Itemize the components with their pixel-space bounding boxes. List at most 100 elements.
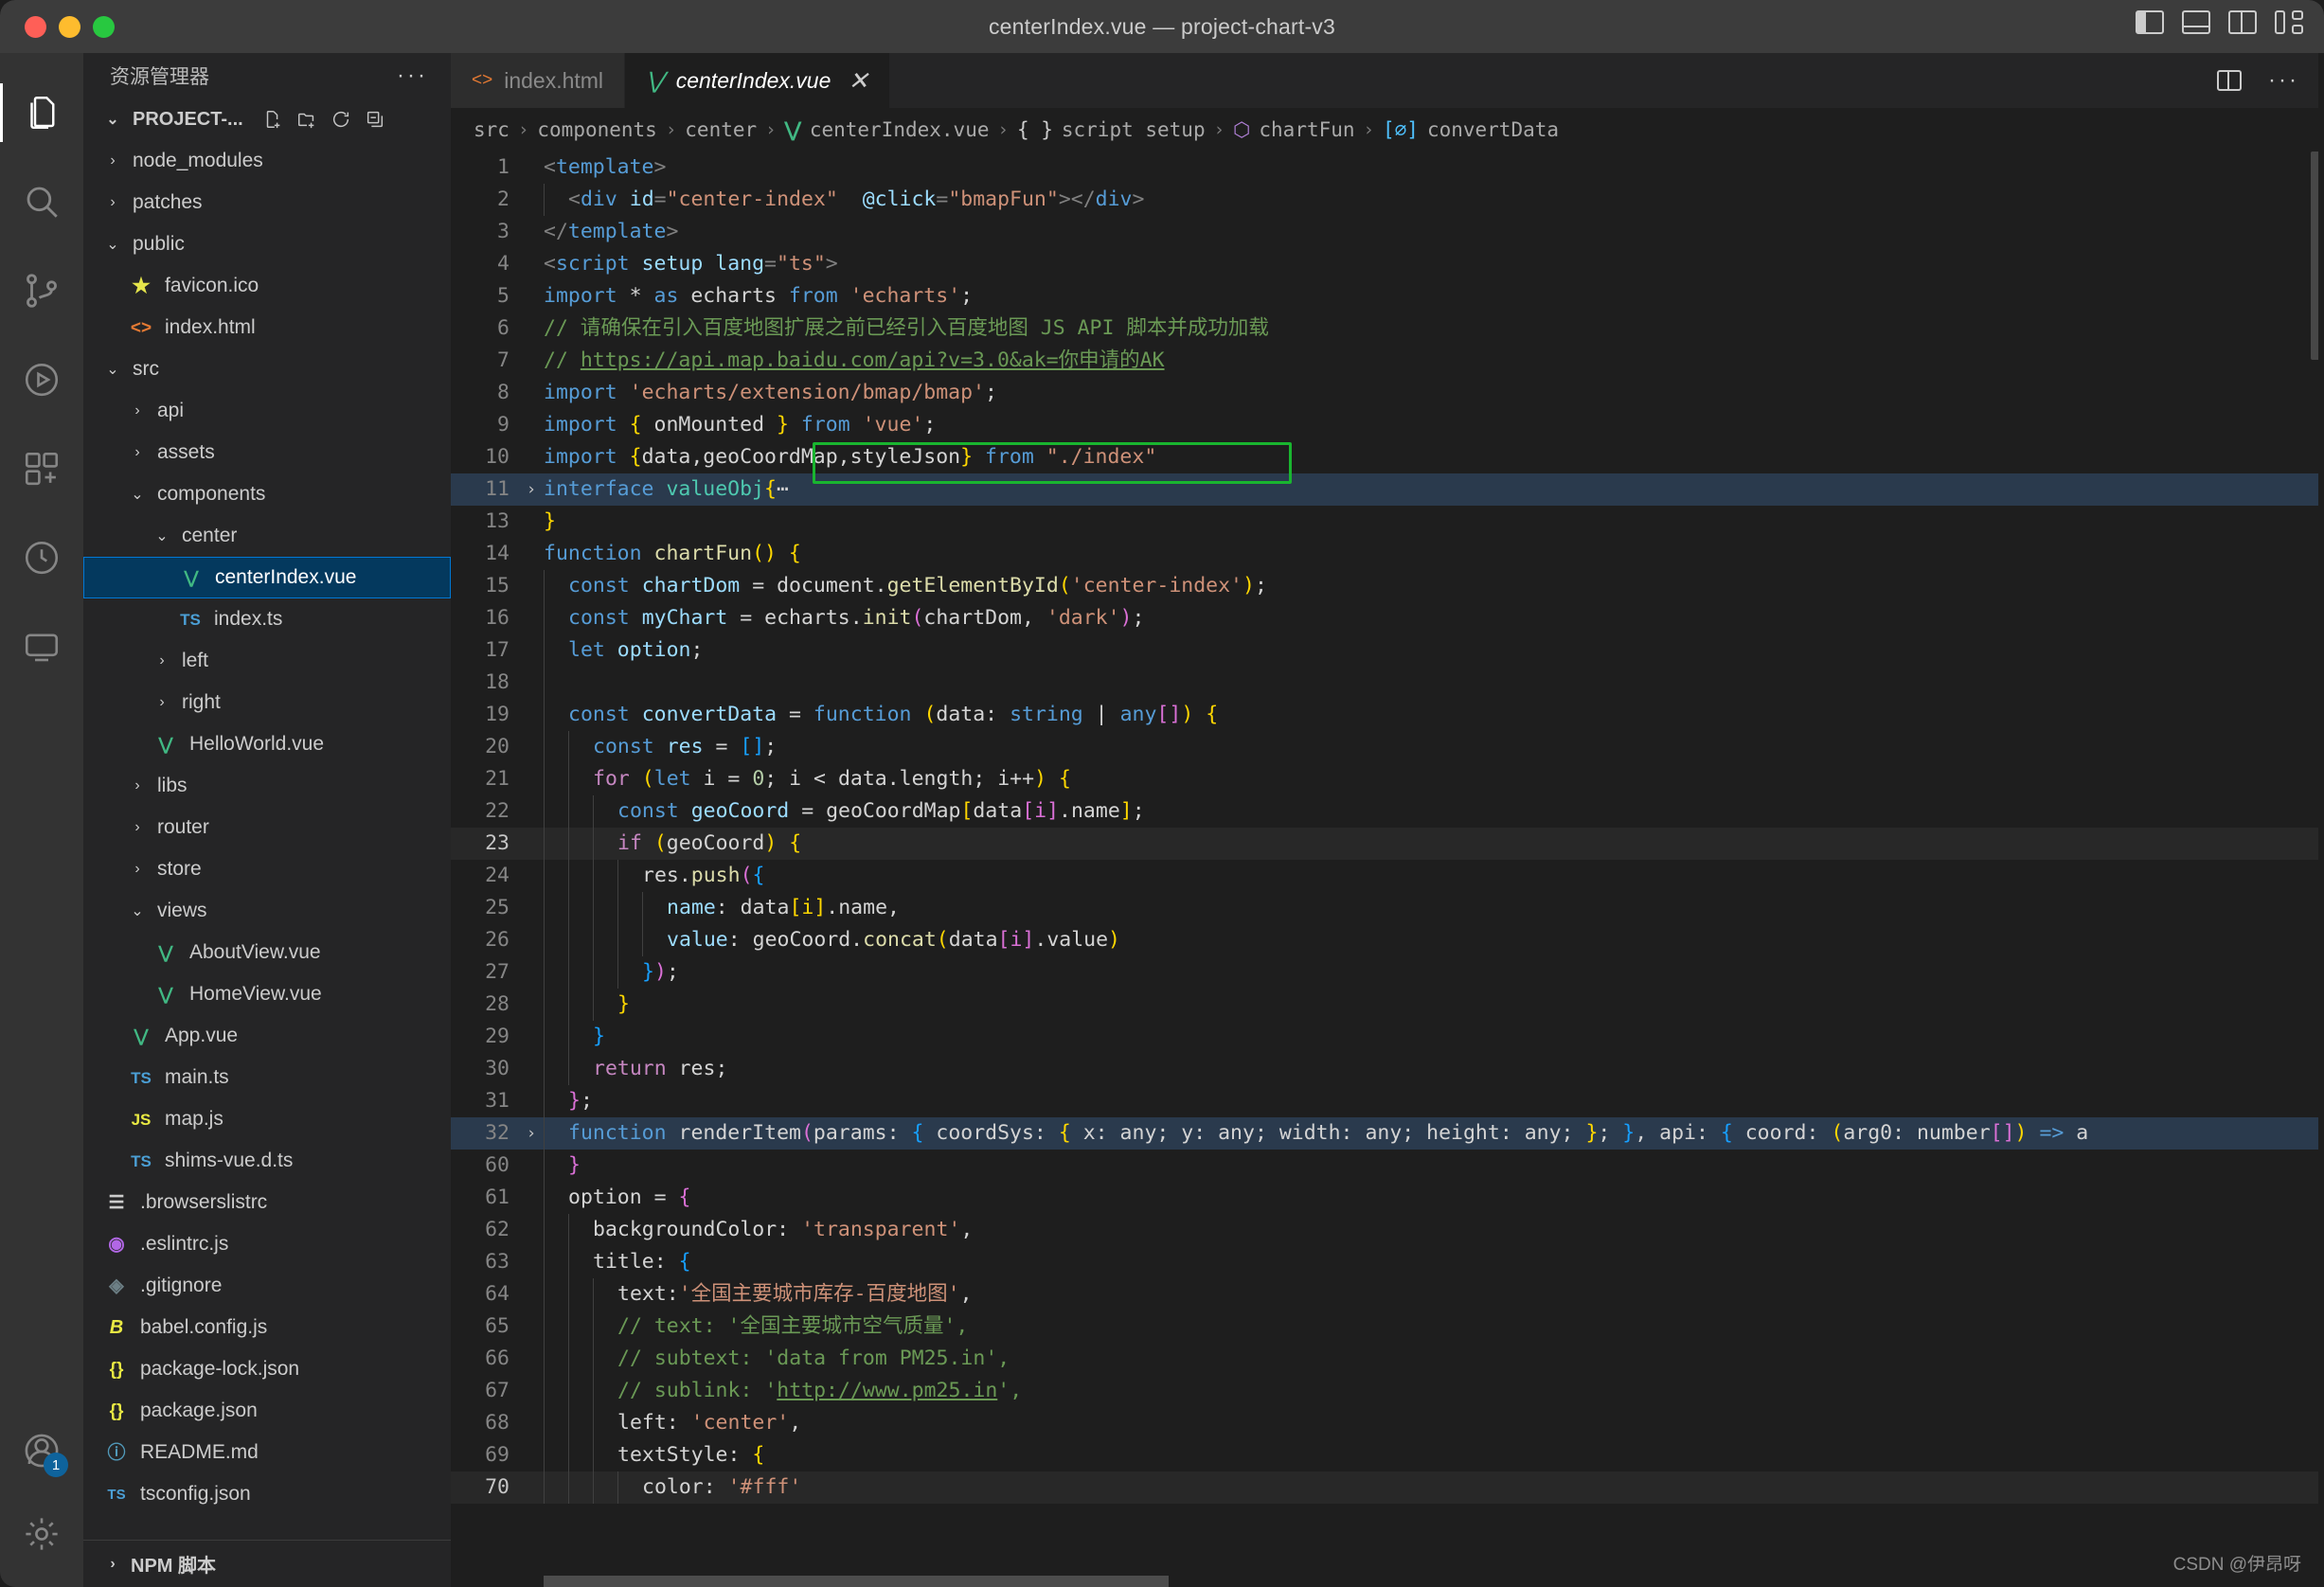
tree-file-row[interactable]: JS map.js bbox=[83, 1098, 451, 1140]
code-line[interactable]: 19 const convertData = function (data: s… bbox=[451, 699, 2324, 731]
tree-file-row[interactable]: TS shims-vue.d.ts bbox=[83, 1140, 451, 1182]
new-file-icon[interactable] bbox=[262, 109, 283, 130]
code-line[interactable]: 14 function chartFun() { bbox=[451, 538, 2324, 570]
breadcrumb-item-chartfun[interactable]: chartFun bbox=[1259, 118, 1354, 141]
tree-folder-row[interactable]: › left bbox=[83, 640, 451, 682]
tree-file-row[interactable]: ⓘ README.md bbox=[83, 1432, 451, 1473]
fold-chevron-icon[interactable]: › bbox=[519, 473, 544, 506]
code-editor[interactable]: 1 <template> 2 <div id="center-index" @cli… bbox=[451, 152, 2324, 1587]
horizontal-scrollbar[interactable] bbox=[544, 1576, 1169, 1587]
explorer-more-actions-icon[interactable]: ··· bbox=[397, 62, 428, 89]
code-line[interactable]: 15 const chartDom = document.getElementB… bbox=[451, 570, 2324, 602]
toggle-panel-icon[interactable] bbox=[2182, 10, 2210, 34]
code-line[interactable]: 7 // https://api.map.baidu.com/api?v=3.0&… bbox=[451, 345, 2324, 377]
code-line[interactable]: 69 textStyle: { bbox=[451, 1439, 2324, 1471]
code-line[interactable]: 5 import * as echarts from 'echarts'; bbox=[451, 280, 2324, 312]
tree-file-row[interactable]: ◈ .gitignore bbox=[83, 1265, 451, 1307]
code-line[interactable]: 21 for (let i = 0; i < data.length; i++)… bbox=[451, 763, 2324, 795]
tree-folder-row[interactable]: ⌄ components bbox=[83, 473, 451, 515]
editor-more-actions-icon[interactable]: ··· bbox=[2268, 67, 2299, 94]
tree-file-row[interactable]: ⋁ AboutView.vue bbox=[83, 932, 451, 973]
tree-file-row[interactable]: ⋁ App.vue bbox=[83, 1015, 451, 1057]
tree-folder-row[interactable]: ⌄ src bbox=[83, 348, 451, 390]
tree-file-row[interactable]: TS tsconfig.json bbox=[83, 1473, 451, 1515]
code-line[interactable]: 29 } bbox=[451, 1021, 2324, 1053]
sidebar-item-accounts[interactable]: 1 bbox=[0, 1409, 83, 1492]
code-line[interactable]: 16 const myChart = echarts.init(chartDom… bbox=[451, 602, 2324, 634]
tree-file-row[interactable]: TS main.ts bbox=[83, 1057, 451, 1098]
code-line[interactable]: 28 } bbox=[451, 989, 2324, 1021]
tree-file-row[interactable]: {} package.json bbox=[83, 1390, 451, 1432]
code-line[interactable]: 67 // sublink: 'http://www.pm25.in', bbox=[451, 1375, 2324, 1407]
collapse-all-icon[interactable] bbox=[365, 109, 385, 130]
code-line[interactable]: 18 bbox=[451, 667, 2324, 699]
code-line[interactable]: 62 backgroundColor: 'transparent', bbox=[451, 1214, 2324, 1246]
tab-centerindex-vue[interactable]: ⋁ centerIndex.vue ✕ bbox=[625, 53, 891, 108]
tree-folder-row[interactable]: › right bbox=[83, 682, 451, 723]
breadcrumb-item-src[interactable]: src bbox=[474, 118, 509, 141]
code-line[interactable]: 32 › function renderItem(params: { coordS… bbox=[451, 1117, 2324, 1150]
tree-file-row[interactable]: <> index.html bbox=[83, 307, 451, 348]
tree-folder-row[interactable]: › libs bbox=[83, 765, 451, 807]
code-line[interactable]: 31 }; bbox=[451, 1085, 2324, 1117]
sidebar-item-run-and-debug[interactable] bbox=[0, 335, 83, 424]
tree-file-row[interactable]: ⋁ HelloWorld.vue bbox=[83, 723, 451, 765]
tree-folder-row[interactable]: ⌄ center bbox=[83, 515, 451, 557]
code-line[interactable]: 23 if (geoCoord) { bbox=[451, 828, 2324, 860]
refresh-icon[interactable] bbox=[331, 109, 351, 130]
split-editor-right-icon[interactable] bbox=[2217, 70, 2243, 91]
tree-folder-row[interactable]: › node_modules bbox=[83, 140, 451, 182]
code-line[interactable]: 3 </template> bbox=[451, 216, 2324, 248]
code-line[interactable]: 2 <div id="center-index" @click="bmapFun… bbox=[451, 184, 2324, 216]
code-line[interactable]: 24 res.push({ bbox=[451, 860, 2324, 892]
tree-file-row[interactable]: ◉ .eslintrc.js bbox=[83, 1223, 451, 1265]
new-folder-icon[interactable] bbox=[296, 109, 317, 130]
toggle-primary-sidebar-icon[interactable] bbox=[2136, 10, 2164, 34]
code-line[interactable]: 25 name: data[i].name, bbox=[451, 892, 2324, 924]
tree-file-row[interactable]: ☰ .browserslistrc bbox=[83, 1182, 451, 1223]
tree-root-row[interactable]: ⌄ PROJECT-... bbox=[83, 98, 451, 140]
sidebar-item-extensions[interactable] bbox=[0, 424, 83, 513]
zoom-window-button[interactable] bbox=[93, 15, 115, 38]
code-line[interactable]: 27 }); bbox=[451, 956, 2324, 989]
tree-folder-row[interactable]: › assets bbox=[83, 432, 451, 473]
code-line[interactable]: 11 › interface valueObj{⋯ bbox=[451, 473, 2324, 506]
tree-folder-row[interactable]: › router bbox=[83, 807, 451, 848]
code-line[interactable]: 1 <template> bbox=[451, 152, 2324, 184]
code-line[interactable]: 4 <script setup lang="ts"> bbox=[451, 248, 2324, 280]
sidebar-item-remote-explorer[interactable] bbox=[0, 602, 83, 691]
tab-index-html[interactable]: <> index.html bbox=[451, 53, 626, 108]
code-line[interactable]: 70 color: '#fff' bbox=[451, 1471, 2324, 1504]
tree-file-row[interactable]: ⋁ HomeView.vue bbox=[83, 973, 451, 1015]
code-line[interactable]: 6 // 请确保在引入百度地图扩展之前已经引入百度地图 JS API 脚本并成功加… bbox=[451, 312, 2324, 345]
tree-file-row[interactable]: TS index.ts bbox=[83, 598, 451, 640]
sidebar-item-search[interactable] bbox=[0, 157, 83, 246]
tree-folder-row[interactable]: › api bbox=[83, 390, 451, 432]
close-tab-icon[interactable]: ✕ bbox=[848, 66, 868, 96]
tree-file-row[interactable]: Bbabel.config.js bbox=[83, 1307, 451, 1348]
code-line[interactable]: 8 import 'echarts/extension/bmap/bmap'; bbox=[451, 377, 2324, 409]
customize-layout-icon[interactable] bbox=[2275, 10, 2303, 34]
tree-file-row[interactable]: ★ favicon.ico bbox=[83, 265, 451, 307]
sidebar-item-testing[interactable] bbox=[0, 513, 83, 602]
code-line[interactable]: 65 // text: '全国主要城市空气质量', bbox=[451, 1311, 2324, 1343]
code-line[interactable]: 66 // subtext: 'data from PM25.in', bbox=[451, 1343, 2324, 1375]
minimize-window-button[interactable] bbox=[59, 15, 80, 38]
breadcrumb-item-center[interactable]: center bbox=[685, 118, 757, 141]
tree-file-row[interactable]: {} package-lock.json bbox=[83, 1348, 451, 1390]
tree-folder-row[interactable]: › store bbox=[83, 848, 451, 890]
tree-file-row[interactable]: ⋁ centerIndex.vue bbox=[83, 557, 451, 598]
fold-chevron-icon[interactable]: › bbox=[519, 1117, 544, 1150]
code-line[interactable]: 64 text:'全国主要城市库存-百度地图', bbox=[451, 1278, 2324, 1311]
code-line[interactable]: 17 let option; bbox=[451, 634, 2324, 667]
code-line[interactable]: 22 const geoCoord = geoCoordMap[data[i].… bbox=[451, 795, 2324, 828]
code-line[interactable]: 61 option = { bbox=[451, 1182, 2324, 1214]
npm-scripts-section[interactable]: › NPM 脚本 bbox=[83, 1540, 451, 1587]
code-line[interactable]: 20 const res = []; bbox=[451, 731, 2324, 763]
breadcrumb-item-components[interactable]: components bbox=[537, 118, 656, 141]
code-line[interactable]: 13} bbox=[451, 506, 2324, 538]
breadcrumb-item-script-setup[interactable]: script setup bbox=[1062, 118, 1206, 141]
code-line[interactable]: 63 title: { bbox=[451, 1246, 2324, 1278]
breadcrumb-item-convertdata[interactable]: convertData bbox=[1427, 118, 1559, 141]
sidebar-item-source-control[interactable] bbox=[0, 246, 83, 335]
